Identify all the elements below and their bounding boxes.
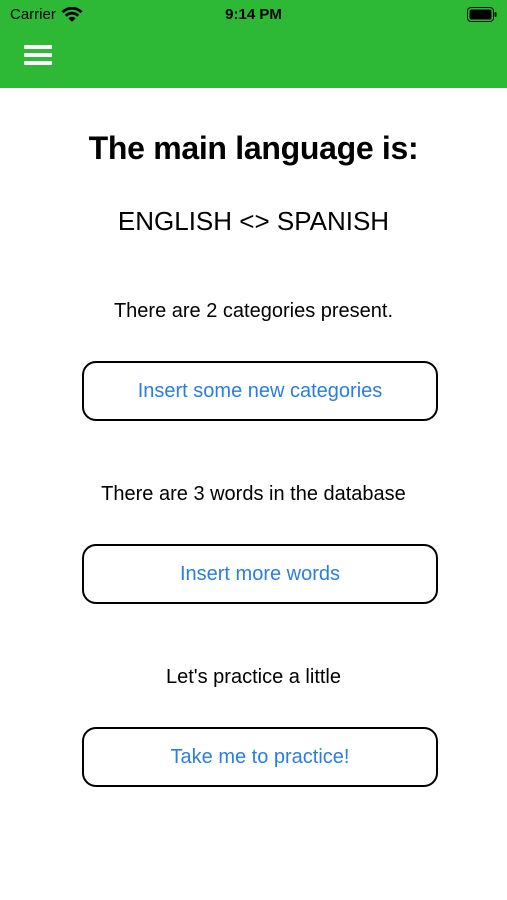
- insert-categories-button[interactable]: Insert some new categories: [82, 361, 438, 421]
- battery-icon: [467, 7, 497, 22]
- practice-button[interactable]: Take me to practice!: [82, 727, 438, 787]
- status-bar: Carrier 9:14 PM: [0, 0, 507, 30]
- practice-prompt-text: Let's practice a little: [165, 666, 341, 688]
- categories-count-text: There are 2 categories present.: [113, 300, 394, 322]
- hamburger-menu-icon[interactable]: [22, 42, 54, 68]
- main-content: The main language is: ENGLISH <> SPANISH…: [0, 88, 507, 900]
- status-time: 9:14 PM: [225, 6, 282, 23]
- header-bar: Carrier 9:14 PM: [0, 0, 507, 88]
- language-pair-label: ENGLISH <> SPANISH: [117, 206, 390, 236]
- page-title: The main language is:: [88, 130, 419, 166]
- app-screen: Carrier 9:14 PM The main language is: EN…: [0, 0, 507, 900]
- words-count-text: There are 3 words in the database: [101, 483, 406, 505]
- insert-words-button[interactable]: Insert more words: [82, 544, 438, 604]
